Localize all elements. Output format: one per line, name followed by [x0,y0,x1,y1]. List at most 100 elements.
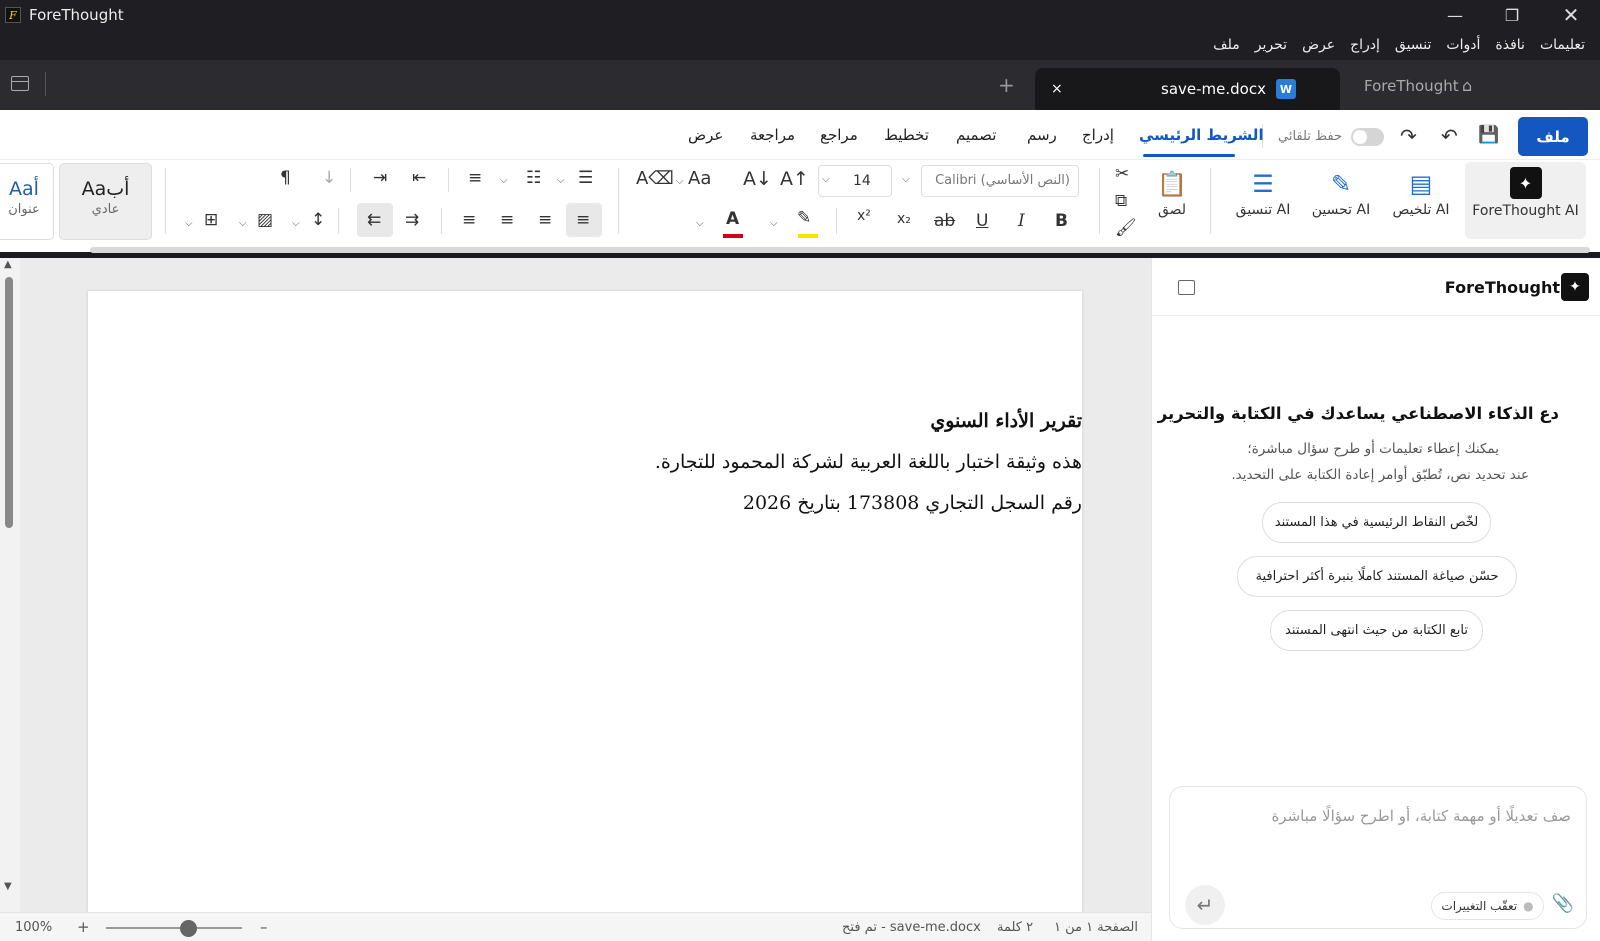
shrink-font-icon[interactable]: A↓ [743,168,772,190]
numbered-list-icon[interactable]: ☷ [526,168,541,188]
redo-icon[interactable]: ↷ [1400,124,1417,148]
change-case-icon[interactable]: Aa [688,168,711,189]
tab-insert[interactable]: إدراج [1082,126,1114,144]
chevron-down-icon[interactable]: ⌵ [500,175,508,186]
menu-format[interactable]: تنسيق [1395,37,1432,53]
zoom-slider-thumb[interactable] [179,920,197,937]
menu-insert[interactable]: إدراج [1350,37,1380,53]
ribbon-scrollbar[interactable] [90,247,1590,253]
file-button[interactable]: ملف [1518,117,1588,156]
cut-icon[interactable]: ✂ [1115,164,1129,184]
attach-icon[interactable]: 📎 [1552,893,1574,914]
tab-layout[interactable]: تخطيط [884,126,929,144]
decrease-indent-icon[interactable]: ⇤ [412,168,426,188]
ai-summarize-button[interactable]: ▤ تلخيص AI [1382,166,1460,238]
forethought-ai-button[interactable]: ✦ ForeThought AI [1465,162,1586,239]
document-title[interactable]: تقرير الأداء السنوي [296,410,1082,432]
ai-prompt-box[interactable]: صف تعديلًا أو مهمة كتابة، أو اطرح سؤالًا… [1169,786,1587,929]
tab-home-ribbon[interactable]: الشريط الرئيسي [1139,126,1264,144]
bullet-list-icon[interactable]: ☰ [578,168,593,188]
line-spacing-icon[interactable]: ↕ [311,210,325,230]
rtl-direction-icon[interactable]: ⇇ [367,210,381,230]
clear-formatting-icon[interactable]: A⌫ [636,168,674,189]
format-painter-icon[interactable]: 🖌 [1115,218,1137,238]
chevron-down-icon[interactable]: ⌵ [557,175,565,186]
suggestion-chip[interactable]: حسّن صياغة المستند كاملًا بنبرة أكثر احت… [1237,556,1517,597]
minimize-button[interactable]: — [1426,0,1484,30]
align-center-icon[interactable]: ≡ [538,210,552,230]
justify-icon[interactable]: ≡ [462,210,476,230]
menu-edit[interactable]: تحرير [1255,37,1287,53]
zoom-slider-track[interactable] [106,927,242,929]
borders-icon[interactable]: ⊞ [204,210,218,230]
save-icon[interactable]: 💾 [1478,125,1499,145]
autosave-toggle[interactable] [1351,128,1384,146]
ai-format-button[interactable]: ☰ تنسيق AI [1226,166,1300,238]
suggestion-chip[interactable]: لخّص النقاط الرئيسية في هذا المستند [1262,502,1491,543]
maximize-button[interactable]: ❐ [1483,0,1541,30]
strikethrough-icon[interactable]: ab [934,211,955,231]
scroll-up-icon[interactable]: ▲ [4,259,12,270]
suggestion-chip[interactable]: تابع الكتابة من حيث انتهى المستند [1270,610,1483,651]
copy-icon[interactable]: ⧉ [1115,191,1127,211]
tab-close-icon[interactable]: × [1051,81,1063,97]
close-window-button[interactable]: ✕ [1542,0,1600,30]
multilevel-list-icon[interactable]: ≡ [468,168,482,188]
chevron-down-icon[interactable]: ⌵ [822,174,830,185]
document-paragraph[interactable]: رقم السجل التجاري 173808 بتاريخ 2026 [296,492,1082,514]
tab-draw[interactable]: رسم [1027,126,1057,144]
bold-icon[interactable]: B [1055,211,1068,231]
chevron-down-icon[interactable]: ⌵ [770,218,778,229]
tab-view[interactable]: عرض [688,126,723,144]
style-normal[interactable]: Aaأب عادي [59,163,152,240]
menu-tools[interactable]: أدوات [1446,37,1480,53]
chevron-down-icon[interactable]: ⌵ [676,176,684,187]
zoom-in-button[interactable]: + [77,918,90,936]
tab-review[interactable]: مراجعة [750,126,795,144]
menu-help[interactable]: تعليمات [1540,37,1585,53]
show-formatting-icon[interactable]: ¶ [280,168,291,188]
sidebar-toggle-icon[interactable] [11,76,29,91]
style-heading[interactable]: Aaأ عنوان [0,163,54,240]
zoom-out-button[interactable]: – [260,918,268,936]
undo-icon[interactable]: ↶ [1441,124,1458,148]
align-right-icon[interactable]: ≡ [576,210,590,230]
tab-references[interactable]: مراجع [820,126,858,144]
superscript-icon[interactable]: x² [857,208,871,224]
shading-icon[interactable]: ▨ [257,210,273,230]
chevron-down-icon[interactable]: ⌵ [696,218,704,229]
tab-home[interactable]: ForeThought [1364,77,1459,95]
ltr-direction-icon[interactable]: ⇉ [405,210,419,230]
chevron-down-icon[interactable]: ⌵ [239,218,247,229]
highlight-icon[interactable]: ✎ [797,208,811,228]
home-icon[interactable]: ⌂ [1462,76,1472,95]
menu-window[interactable]: نافذة [1495,37,1525,53]
document-paragraph[interactable]: هذه وثيقة اختبار باللغة العربية لشركة ال… [296,451,1082,473]
ai-prompt-input[interactable]: صف تعديلًا أو مهمة كتابة، أو اطرح سؤالًا… [1201,807,1571,825]
chevron-down-icon[interactable]: ⌵ [902,174,910,185]
document-page[interactable]: تقرير الأداء السنوي هذه وثيقة اختبار بال… [88,291,1082,912]
increase-indent-icon[interactable]: ⇥ [373,168,387,188]
tab-design[interactable]: تصميم [956,126,996,144]
align-left-icon[interactable]: ≡ [500,210,514,230]
send-button[interactable]: ↵ [1185,885,1225,925]
underline-icon[interactable]: U [976,211,988,231]
new-tab-button[interactable]: + [998,73,1015,97]
subscript-icon[interactable]: x₂ [897,211,911,227]
menu-file[interactable]: ملف [1213,37,1240,53]
collapse-panel-icon[interactable] [1178,280,1195,295]
font-name-select[interactable]: Calibri (النص الأساسي) [921,165,1079,197]
paste-button[interactable]: 📋 لصق [1150,166,1194,238]
scrollbar-thumb[interactable] [5,277,13,528]
font-color-icon[interactable]: A [726,209,739,229]
sort-icon[interactable]: ↓ [322,168,336,188]
ai-improve-button[interactable]: ✎ تحسين AI [1304,166,1378,238]
grow-font-icon[interactable]: A↑ [780,168,809,190]
italic-icon[interactable]: I [1018,211,1025,231]
scroll-down-icon[interactable]: ▼ [4,881,12,892]
track-changes-toggle[interactable]: ● تعقّب التغييرات [1431,892,1544,920]
menu-view[interactable]: عرض [1302,37,1335,53]
chevron-down-icon[interactable]: ⌵ [292,218,300,229]
tab-document[interactable]: × save-me.docx W [1035,68,1340,110]
chevron-down-icon[interactable]: ⌵ [185,218,193,229]
